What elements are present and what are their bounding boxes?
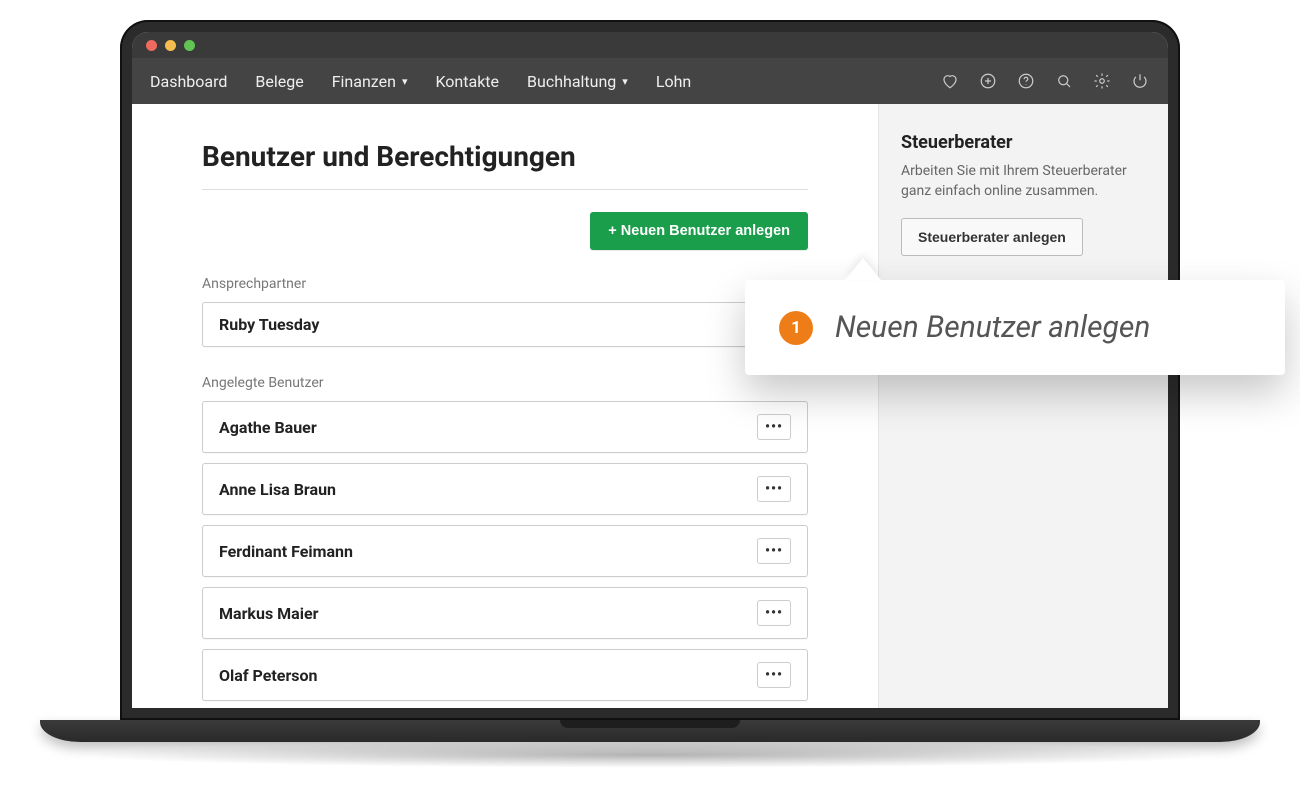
user-row[interactable]: Ferdinant Feimann — [202, 525, 808, 577]
nav-belege[interactable]: Belege — [255, 72, 303, 91]
nav-finanzen[interactable]: Finanzen ▾ — [332, 72, 408, 91]
create-tax-advisor-button[interactable]: Steuerberater anlegen — [901, 218, 1083, 256]
nav-label: Buchhaltung — [527, 72, 616, 91]
user-name: Agathe Bauer — [219, 418, 757, 437]
close-window-icon[interactable] — [146, 40, 157, 51]
user-name: Ferdinant Feimann — [219, 542, 757, 561]
chevron-down-icon: ▾ — [622, 75, 628, 88]
window-titlebar — [132, 32, 1168, 58]
nav-icon-group — [940, 71, 1150, 91]
users-section-label: Angelegte Benutzer — [202, 375, 808, 391]
user-row[interactable]: Markus Maier — [202, 587, 808, 639]
more-icon[interactable] — [757, 538, 791, 564]
nav-lohn[interactable]: Lohn — [656, 72, 691, 91]
content-area: Benutzer und Berechtigungen + Neuen Benu… — [132, 104, 1168, 708]
user-name: Olaf Peterson — [219, 666, 757, 685]
main-navbar: Dashboard Belege Finanzen ▾ Kontakte Buch… — [132, 58, 1168, 104]
tutorial-callout: 1 Neuen Benutzer anlegen — [745, 280, 1285, 375]
nav-label: Finanzen — [332, 72, 396, 91]
nav-dashboard[interactable]: Dashboard — [150, 72, 227, 91]
minimize-window-icon[interactable] — [165, 40, 176, 51]
nav-label: Dashboard — [150, 72, 227, 91]
gear-icon[interactable] — [1092, 71, 1112, 91]
laptop-base — [40, 720, 1260, 742]
nav-kontakte[interactable]: Kontakte — [435, 72, 499, 91]
page-title: Benutzer und Berechtigungen — [202, 140, 808, 190]
search-icon[interactable] — [1054, 71, 1074, 91]
action-row: + Neuen Benutzer anlegen — [202, 212, 808, 250]
sidebar-title: Steuerberater — [901, 132, 1146, 153]
more-icon[interactable] — [757, 476, 791, 502]
chevron-down-icon: ▾ — [402, 75, 408, 88]
user-name: Anne Lisa Braun — [219, 480, 757, 499]
contact-section-label: Ansprechpartner — [202, 276, 808, 292]
laptop-shadow — [80, 742, 1220, 768]
user-row[interactable]: Agathe Bauer — [202, 401, 808, 453]
nav-label: Kontakte — [435, 72, 499, 91]
main-column: Benutzer und Berechtigungen + Neuen Benu… — [132, 104, 878, 708]
step-badge: 1 — [779, 311, 813, 345]
help-icon[interactable] — [1016, 71, 1036, 91]
contact-person-name: Ruby Tuesday — [219, 315, 791, 334]
contact-person-row[interactable]: Ruby Tuesday — [202, 302, 808, 347]
heart-icon[interactable] — [940, 71, 960, 91]
add-icon[interactable] — [978, 71, 998, 91]
more-icon[interactable] — [757, 414, 791, 440]
user-row[interactable]: Anne Lisa Braun — [202, 463, 808, 515]
nav-label: Lohn — [656, 72, 691, 91]
callout-text: Neuen Benutzer anlegen — [835, 310, 1150, 345]
new-user-button[interactable]: + Neuen Benutzer anlegen — [590, 212, 808, 250]
maximize-window-icon[interactable] — [184, 40, 195, 51]
power-icon[interactable] — [1130, 71, 1150, 91]
sidebar: Steuerberater Arbeiten Sie mit Ihrem Ste… — [878, 104, 1168, 708]
sidebar-text: Arbeiten Sie mit Ihrem Steuerberater gan… — [901, 161, 1146, 202]
more-icon[interactable] — [757, 662, 791, 688]
user-name: Markus Maier — [219, 604, 757, 623]
user-row[interactable]: Olaf Peterson — [202, 649, 808, 701]
more-icon[interactable] — [757, 600, 791, 626]
nav-buchhaltung[interactable]: Buchhaltung ▾ — [527, 72, 628, 91]
nav-label: Belege — [255, 72, 303, 91]
